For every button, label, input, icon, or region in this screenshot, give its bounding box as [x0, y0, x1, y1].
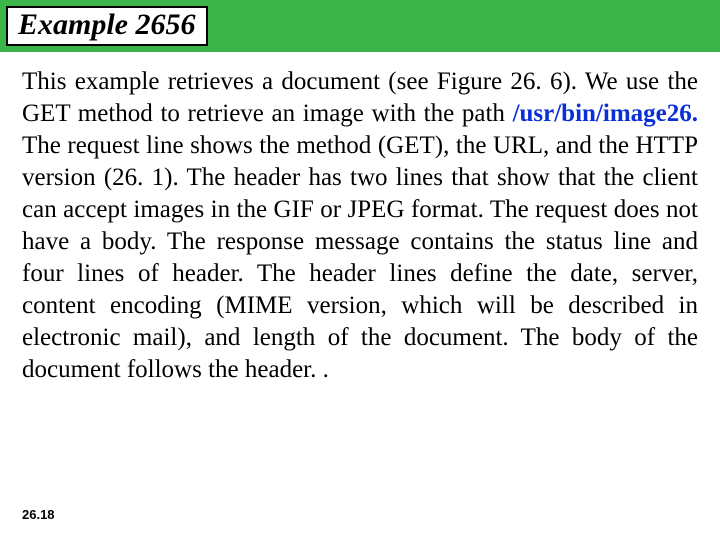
header-bar: Example 2656: [0, 0, 720, 52]
file-path: /usr/bin/image26.: [513, 100, 698, 127]
example-title: Example 2656: [18, 8, 196, 41]
body-paragraph: This example retrieves a document (see F…: [22, 66, 698, 386]
content-area: This example retrieves a document (see F…: [0, 52, 720, 386]
body-text-post: The request line shows the method (GET),…: [22, 132, 698, 383]
example-title-box: Example 2656: [6, 6, 208, 46]
page-number: 26.18: [22, 507, 55, 522]
